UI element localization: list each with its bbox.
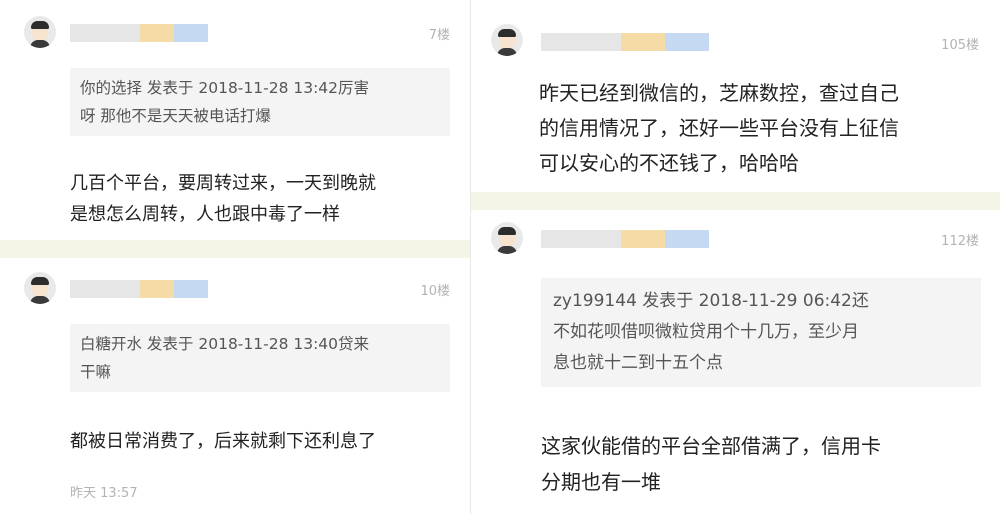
username-blurred[interactable] — [541, 33, 709, 51]
user-avatar[interactable] — [491, 222, 523, 254]
quoted-reply: zy199144 发表于 2018-11-29 06:42还 不如花呗借呗微粒贷… — [541, 278, 981, 387]
quoted-reply: 你的选择 发表于 2018-11-28 13:42厉害 呀 那他不是天天被电话打… — [70, 68, 450, 136]
comment-text: 都被日常消费了，后来就剩下还利息了 — [70, 431, 376, 452]
quoted-reply: 白糖开水 发表于 2018-11-28 13:40贷来 干嘛 — [70, 324, 450, 392]
comment-text: 昨天已经到微信的，芝麻数控，查过自己 的信用情况了，还好一些平台没有上征信 可以… — [539, 81, 899, 175]
username-blurred[interactable] — [541, 230, 709, 248]
comment-divider — [0, 240, 470, 258]
floor-number: 112楼 — [941, 234, 979, 249]
left-comment-column: 7楼 你的选择 发表于 2018-11-28 13:42厉害 呀 那他不是天天被… — [0, 0, 470, 514]
comment-divider — [471, 192, 1000, 210]
user-avatar[interactable] — [491, 24, 523, 56]
floor-number: 7楼 — [428, 28, 450, 43]
username-blurred[interactable] — [70, 280, 208, 298]
comment-floor-7: 7楼 你的选择 发表于 2018-11-28 13:42厉害 呀 那他不是天天被… — [0, 0, 470, 240]
comment-text: 几百个平台，要周转过来，一天到晚就 是想怎么周转，人也跟中毒了一样 — [70, 173, 376, 225]
right-comment-column: 105楼 昨天已经到微信的，芝麻数控，查过自己 的信用情况了，还好一些平台没有上… — [470, 0, 1000, 514]
comment-text: 这家伙能借的平台全部借满了，信用卡 分期也有一堆 — [541, 434, 881, 494]
post-time: 昨天 13:57 — [70, 486, 138, 501]
comment-floor-112: 112楼 zy199144 发表于 2018-11-29 06:42还 不如花呗… — [471, 210, 1000, 514]
username-blurred[interactable] — [70, 24, 208, 42]
floor-number: 10楼 — [420, 284, 450, 299]
comment-floor-10: 10楼 白糖开水 发表于 2018-11-28 13:40贷来 干嘛 都被日常消… — [0, 258, 470, 514]
user-avatar[interactable] — [24, 272, 56, 304]
floor-number: 105楼 — [941, 38, 979, 53]
comment-floor-105: 105楼 昨天已经到微信的，芝麻数控，查过自己 的信用情况了，还好一些平台没有上… — [471, 0, 1000, 190]
user-avatar[interactable] — [24, 16, 56, 48]
